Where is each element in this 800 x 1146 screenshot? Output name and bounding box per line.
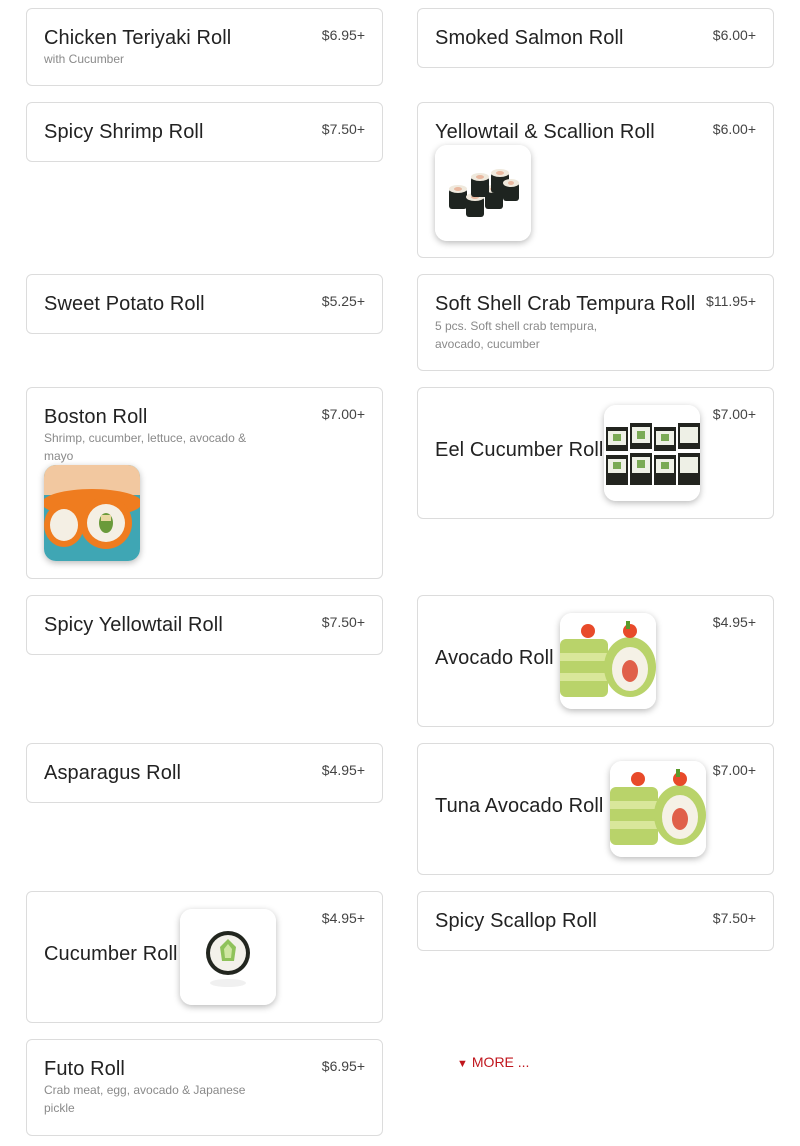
menu-item-card[interactable]: Soft Shell Crab Tempura Roll $11.95+ 5 p… xyxy=(417,274,774,371)
item-description: with Cucumber xyxy=(44,52,125,66)
item-price: $5.25+ xyxy=(321,293,365,309)
item-price: $7.50+ xyxy=(321,614,365,630)
item-name: Chicken Teriyaki Roll xyxy=(44,27,232,49)
item-price: $6.00+ xyxy=(712,121,756,137)
item-name: Smoked Salmon Roll xyxy=(435,27,624,49)
item-price: $6.95+ xyxy=(321,27,365,43)
menu-item-card[interactable]: Yellowtail & Scallion Roll $6.00+ xyxy=(417,102,774,258)
tobiko-roll-photo xyxy=(44,465,140,561)
item-name: Yellowtail & Scallion Roll xyxy=(435,121,655,143)
item-name: Eel Cucumber Roll xyxy=(435,439,604,461)
item-price: $4.95+ xyxy=(321,910,365,926)
menu-item-card[interactable]: Futo Roll $6.95+ Crab meat, egg, avocado… xyxy=(26,1039,383,1136)
menu-item-card[interactable]: Spicy Yellowtail Roll $7.50+ xyxy=(26,595,383,655)
item-name: Spicy Scallop Roll xyxy=(435,910,597,932)
menu-item-card[interactable]: Sweet Potato Roll $5.25+ xyxy=(26,274,383,334)
menu-item-card[interactable]: Boston Roll $7.00+ Shrimp, cucumber, let… xyxy=(26,387,383,579)
item-price: $11.95+ xyxy=(706,293,756,309)
menu-item-card[interactable]: Cucumber Roll $4.95+ xyxy=(26,891,383,1023)
item-name: Soft Shell Crab Tempura Roll xyxy=(435,293,696,315)
caret-down-icon: ▼ xyxy=(457,1058,468,1070)
item-price: $4.95+ xyxy=(712,614,756,630)
item-name: Cucumber Roll xyxy=(44,943,178,965)
cucumber-roll-photo xyxy=(180,909,276,1005)
more-link[interactable]: ▼ MORE ... xyxy=(457,1054,529,1070)
item-price: $7.50+ xyxy=(321,121,365,137)
menu-item-card[interactable]: Tuna Avocado Roll $7.00+ xyxy=(417,743,774,875)
item-price: $7.00+ xyxy=(321,406,365,422)
item-price: $7.00+ xyxy=(712,762,756,778)
item-name: Boston Roll xyxy=(44,406,148,428)
menu-item-card[interactable]: Avocado Roll $4.95+ xyxy=(417,595,774,727)
item-name: Asparagus Roll xyxy=(44,762,182,784)
item-name: Sweet Potato Roll xyxy=(44,293,205,315)
item-price: $6.95+ xyxy=(321,1058,365,1074)
menu-item-card[interactable]: Smoked Salmon Roll $6.00+ xyxy=(417,8,774,68)
avocado-roll-photo xyxy=(610,761,706,857)
item-name: Spicy Yellowtail Roll xyxy=(44,614,223,636)
item-price: $4.95+ xyxy=(321,762,365,778)
maki-roll-photo xyxy=(435,145,531,241)
menu-item-card[interactable]: Eel Cucumber Roll $7.00+ xyxy=(417,387,774,519)
item-description: Shrimp, cucumber, lettuce, avocado & may… xyxy=(44,431,247,463)
item-price: $6.00+ xyxy=(712,27,756,43)
menu-item-card[interactable]: Spicy Shrimp Roll $7.50+ xyxy=(26,102,383,162)
avocado-roll-photo xyxy=(560,613,656,709)
menu-item-card[interactable]: Chicken Teriyaki Roll $6.95+ with Cucumb… xyxy=(26,8,383,86)
maki-rolls-photo xyxy=(604,405,700,501)
item-price: $7.00+ xyxy=(712,406,756,422)
item-price: $7.50+ xyxy=(712,910,756,926)
more-label: MORE ... xyxy=(471,1054,530,1070)
menu-item-card[interactable]: Asparagus Roll $4.95+ xyxy=(26,743,383,803)
item-name: Tuna Avocado Roll xyxy=(435,795,604,817)
item-name: Futo Roll xyxy=(44,1058,125,1080)
item-description: Crab meat, egg, avocado & Japanese pickl… xyxy=(44,1083,246,1115)
item-name: Spicy Shrimp Roll xyxy=(44,121,204,143)
item-name: Avocado Roll xyxy=(435,647,554,669)
item-description: 5 pcs. Soft shell crab tempura, avocado,… xyxy=(435,319,598,351)
menu-item-card[interactable]: Spicy Scallop Roll $7.50+ xyxy=(417,891,774,951)
